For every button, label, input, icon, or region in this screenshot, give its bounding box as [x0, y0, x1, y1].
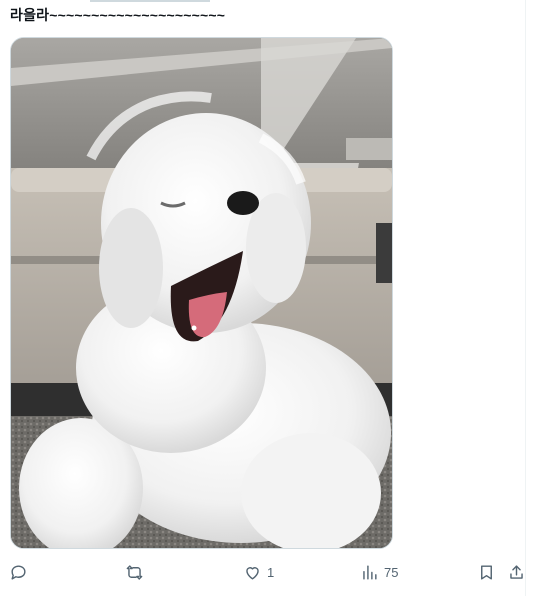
- retweet-button[interactable]: [125, 558, 149, 586]
- bookmark-button[interactable]: [477, 558, 496, 586]
- tweet-text: 라을라~~~~~~~~~~~~~~~~~~~~~: [10, 7, 226, 23]
- previous-content-divider: [90, 0, 210, 2]
- like-count: 1: [267, 564, 275, 580]
- share-button[interactable]: [507, 558, 526, 586]
- like-button[interactable]: 1: [243, 558, 274, 586]
- reply-button[interactable]: [9, 558, 33, 586]
- tweet-photo[interactable]: [10, 37, 393, 549]
- like-icon: [246, 566, 259, 580]
- bookmark-icon: [481, 564, 492, 580]
- retweet-icon: [126, 564, 143, 580]
- views-count: 75: [384, 564, 399, 580]
- column-border: [525, 0, 526, 596]
- views-icon: [363, 564, 377, 580]
- views-button[interactable]: 75: [360, 558, 398, 586]
- tweet-actions: 1 75: [0, 558, 541, 586]
- dog-photo-illustration: [11, 38, 392, 548]
- share-icon: [510, 564, 523, 579]
- reply-icon: [11, 564, 26, 580]
